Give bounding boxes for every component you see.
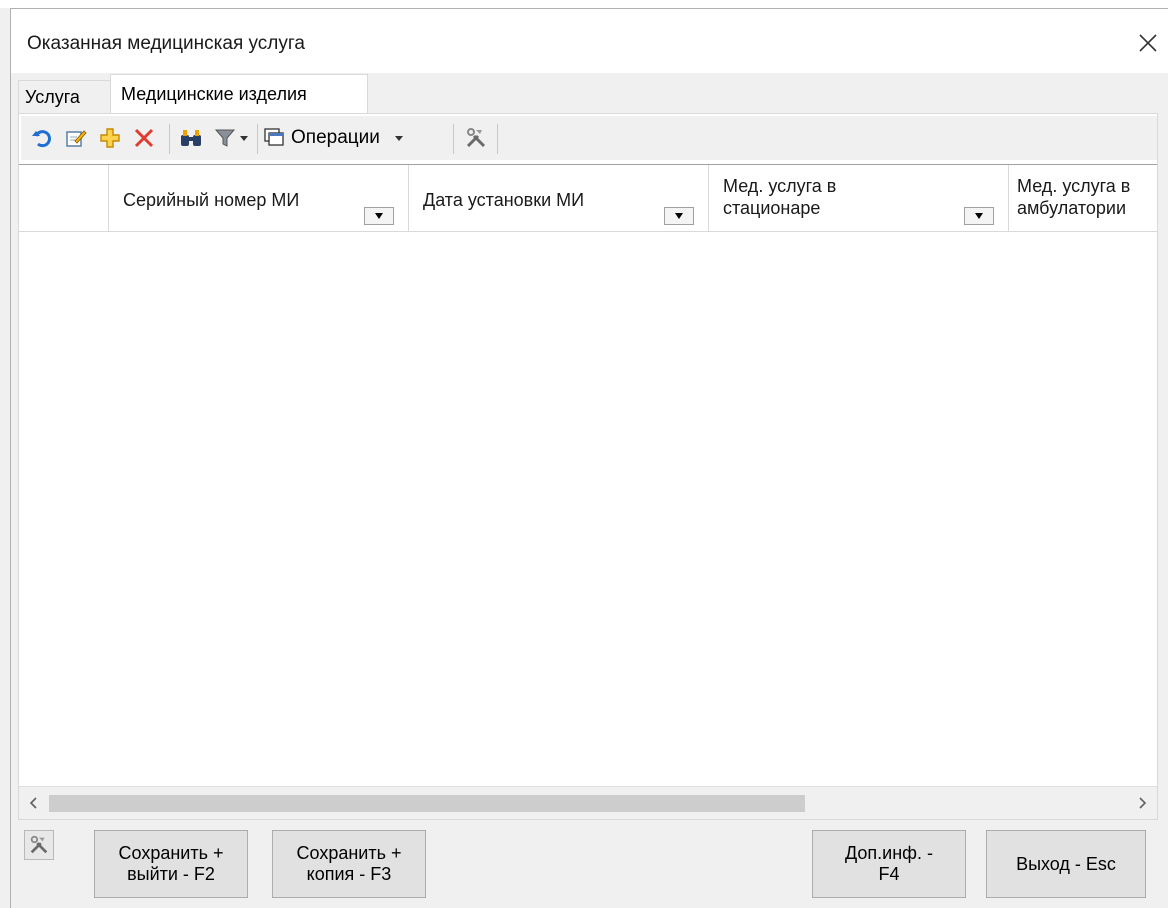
- close-icon: [1139, 34, 1157, 52]
- toolbar-separator: [257, 124, 258, 154]
- column-label: Дата установки МИ: [423, 190, 585, 210]
- delete-button[interactable]: [131, 123, 157, 153]
- filter-button[interactable]: [211, 123, 251, 153]
- toolbar: Операции: [21, 116, 1157, 160]
- scroll-right-button[interactable]: [1129, 787, 1157, 819]
- edit-button[interactable]: [63, 123, 89, 153]
- column-header-inpatient-service[interactable]: Мед. услуга в стационаре: [709, 165, 1009, 231]
- extra-info-button[interactable]: Доп.инф. - F4: [812, 830, 966, 898]
- scroll-thumb[interactable]: [49, 795, 805, 812]
- delete-icon: [134, 128, 154, 148]
- scroll-left-button[interactable]: [19, 787, 47, 819]
- horizontal-scrollbar[interactable]: [19, 786, 1157, 819]
- edit-icon: [66, 130, 87, 147]
- column-label: Мед. услуга в стационаре: [723, 176, 837, 218]
- column-header-serial[interactable]: Серийный номер МИ: [109, 165, 409, 231]
- window-title: Оказанная медицинская услуга: [27, 33, 305, 54]
- tools-icon: [30, 835, 48, 854]
- toolbar-separator: [497, 124, 498, 154]
- column-label: Серийный номер МИ: [123, 190, 300, 210]
- row-selector-header: [19, 165, 109, 231]
- tools-button[interactable]: [461, 123, 491, 153]
- chevron-down-icon: [975, 213, 983, 219]
- column-filter-button[interactable]: [364, 207, 394, 225]
- title-bar: Оказанная медицинская услуга: [11, 9, 1168, 73]
- operations-menu[interactable]: Операции: [263, 123, 453, 153]
- operations-icon: [264, 128, 284, 146]
- chevron-down-icon: [375, 213, 383, 219]
- background-strip: [0, 0, 1168, 8]
- settings-tools-button[interactable]: [24, 830, 54, 860]
- add-icon: [100, 128, 120, 148]
- chevron-down-icon: [394, 136, 403, 141]
- save-copy-button[interactable]: Сохранить + копия - F3: [272, 830, 426, 898]
- exit-button[interactable]: Выход - Esc: [986, 830, 1146, 898]
- column-header-install-date[interactable]: Дата установки МИ: [409, 165, 709, 231]
- close-button[interactable]: [1128, 23, 1168, 63]
- refresh-button[interactable]: [29, 123, 55, 153]
- filter-icon: [214, 129, 235, 147]
- column-filter-button[interactable]: [664, 207, 694, 225]
- refresh-icon: [32, 130, 51, 148]
- column-header-outpatient-service[interactable]: Мед. услуга в амбулатории: [1009, 165, 1159, 231]
- add-button[interactable]: [97, 123, 123, 153]
- tab-panel: Операции Серийный номер МИ Дата установк…: [18, 113, 1158, 820]
- grid-header: Серийный номер МИ Дата установки МИ Мед.…: [19, 165, 1157, 232]
- chevron-left-icon: [29, 797, 37, 809]
- find-icon: [181, 130, 201, 146]
- save-exit-button[interactable]: Сохранить + выйти - F2: [94, 830, 248, 898]
- tab-service[interactable]: Услуга: [18, 80, 116, 113]
- find-button[interactable]: [177, 123, 205, 153]
- tools-icon: [466, 128, 486, 148]
- chevron-down-icon: [239, 136, 248, 141]
- data-grid: Серийный номер МИ Дата установки МИ Мед.…: [19, 164, 1157, 819]
- chevron-down-icon: [675, 213, 683, 219]
- column-filter-button[interactable]: [964, 207, 994, 225]
- operations-label: Операции: [291, 127, 380, 148]
- column-label: Мед. услуга в амбулатории: [1017, 176, 1131, 218]
- toolbar-separator: [453, 124, 454, 154]
- tab-medical-devices[interactable]: Медицинские изделия: [110, 74, 368, 115]
- toolbar-separator: [169, 124, 170, 154]
- chevron-right-icon: [1139, 797, 1147, 809]
